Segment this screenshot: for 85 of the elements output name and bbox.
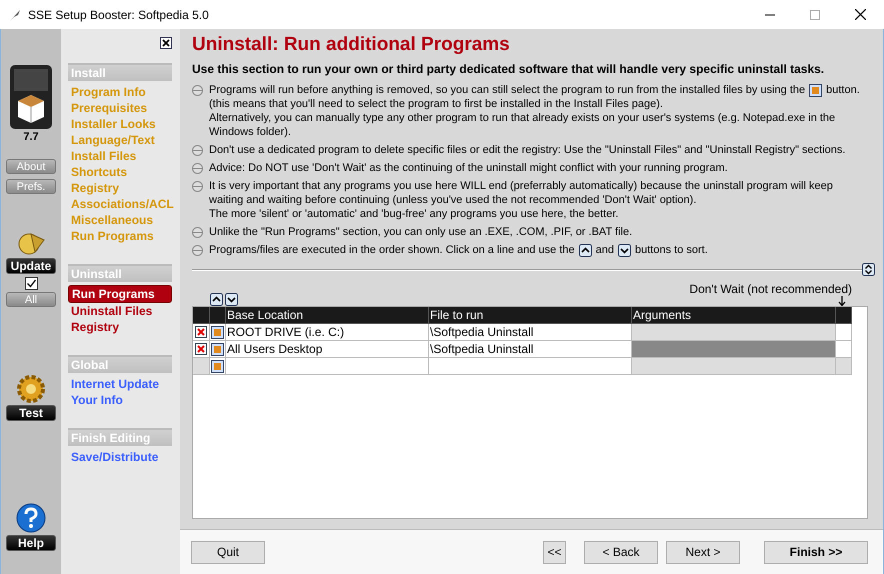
- page-subtitle: Use this section to run your own or third party dedicated software that will handle very specific uninstall tasks.: [192, 62, 826, 76]
- nav-link[interactable]: Install Files: [68, 148, 172, 164]
- info-text: buttons to sort.: [635, 243, 708, 257]
- nav-link[interactable]: Program Info: [68, 84, 172, 100]
- first-page-button[interactable]: <<: [543, 540, 566, 564]
- table-cell[interactable]: [632, 341, 836, 358]
- delete-icon[interactable]: [195, 326, 207, 338]
- info-text: Programs will run before anything is removed, so you can still select the program to run from the installed files by using the: [209, 83, 806, 97]
- column-header: File to run: [429, 307, 632, 324]
- nav-link[interactable]: Language/Text: [68, 132, 172, 148]
- info-text: button.: [826, 83, 860, 97]
- program-icon: [809, 84, 822, 96]
- nav-link[interactable]: Shortcuts: [68, 164, 172, 180]
- nav-link[interactable]: Installer Looks: [68, 116, 172, 132]
- down-arrow-icon: [838, 296, 846, 306]
- column-header: Base Location: [226, 307, 429, 324]
- finish-button[interactable]: Finish >>: [764, 540, 868, 564]
- all-button[interactable]: All: [6, 292, 56, 307]
- table-cell[interactable]: [632, 358, 836, 375]
- help-button[interactable]: Help: [6, 535, 56, 551]
- bullet-icon: [192, 181, 203, 192]
- table-cell: \Softpedia Uninstall: [429, 324, 632, 341]
- table-cell: ROOT DRIVE (i.e. C:): [226, 324, 429, 341]
- help-icon: [16, 503, 46, 533]
- version-label: 7.7: [23, 131, 39, 143]
- update-button[interactable]: Update: [6, 258, 56, 274]
- next-button[interactable]: Next >: [666, 540, 740, 564]
- table-cell[interactable]: [836, 324, 852, 341]
- sse-box-logo-icon: [10, 65, 52, 129]
- nav-link[interactable]: Run Programs: [68, 285, 172, 303]
- delete-icon[interactable]: [195, 343, 207, 355]
- info-text: and: [596, 243, 614, 257]
- nav-link[interactable]: Miscellaneous: [68, 212, 172, 228]
- quit-button[interactable]: Quit: [191, 540, 265, 564]
- back-button[interactable]: < Back: [584, 540, 658, 564]
- collapse-toggle-icon[interactable]: [862, 263, 875, 276]
- nav-link[interactable]: Registry: [68, 319, 172, 335]
- section-header: Finish Editing: [68, 428, 172, 446]
- bullet-icon: [192, 163, 203, 174]
- nav-link[interactable]: Prerequisites: [68, 100, 172, 116]
- table-cell: \Softpedia Uninstall: [429, 341, 632, 358]
- bullet-icon: [192, 245, 203, 256]
- section-header: Install: [68, 63, 172, 81]
- info-text: Advice: Do NOT use 'Don't Wait' as the continuing of the uninstall might conflict with your running program.: [209, 161, 728, 175]
- program-icon[interactable]: [211, 326, 224, 338]
- header-cell: [210, 307, 226, 324]
- info-text: The more 'silent' or 'automatic' and 'bug-free' any programs you use here, the better.: [209, 207, 618, 221]
- page-title: Uninstall: Run additional Programs: [192, 34, 511, 56]
- bullet-icon: [192, 227, 203, 238]
- gear-icon: [17, 375, 45, 403]
- program-icon[interactable]: [211, 342, 224, 356]
- nav-link[interactable]: Run Programs: [68, 228, 172, 244]
- table-cell: All Users Desktop: [226, 341, 429, 358]
- info-text: It is very important that any programs you use here WILL end (preferrably automatically) because the uninstall program will keep waiting and waiting before continuing (unless you've used the not recommended 'Don't Wait' option).: [209, 179, 834, 207]
- close-icon[interactable]: [855, 9, 866, 20]
- nav-link[interactable]: Save/Distribute: [68, 449, 172, 465]
- window-title: SSE Setup Booster: Softpedia 5.0: [28, 8, 209, 22]
- side-button[interactable]: About: [6, 159, 56, 174]
- section-header: Uninstall: [68, 264, 172, 282]
- move-up-icon[interactable]: [210, 293, 223, 306]
- column-header: Arguments: [632, 307, 836, 324]
- bullet-icon: [192, 145, 203, 156]
- nav-link[interactable]: Associations/ACL: [68, 196, 172, 212]
- section-header: Global: [68, 355, 172, 373]
- info-text: (this means that you'll need to select the program to first be installed in the Install Files page).: [209, 97, 663, 111]
- info-text: Don't use a dedicated program to delete specific files or edit the registry: Use the "Uninstall Files" and "Uninstall Registry" sections.: [209, 143, 846, 157]
- close-icon[interactable]: [160, 37, 172, 49]
- table-cell[interactable]: [836, 358, 852, 375]
- info-text: Programs/files are executed in the order shown. Click on a line and use the: [209, 243, 575, 257]
- update-all-checkbox[interactable]: [24, 277, 38, 290]
- side-button[interactable]: Prefs.: [6, 179, 56, 194]
- info-text: Unlike the "Run Programs" section, you can only use an .EXE, .COM, .PIF, or .BAT file.: [209, 225, 632, 239]
- bullet-icon: [192, 85, 203, 96]
- move-down-icon[interactable]: [225, 293, 238, 306]
- header-cell: [836, 307, 852, 324]
- program-icon[interactable]: [211, 360, 224, 372]
- header-cell: [193, 307, 210, 324]
- nav-link[interactable]: Internet Update: [68, 376, 172, 392]
- test-button[interactable]: Test: [6, 405, 56, 421]
- table-cell[interactable]: [632, 324, 836, 341]
- nav-link[interactable]: Your Info: [68, 392, 172, 408]
- info-text: Alternatively, you can manually type any other program to run that already exists on your user's systems (e.g. Notepad.exe in the Windows folder).: [209, 111, 836, 139]
- nav-link[interactable]: Uninstall Files: [68, 303, 172, 319]
- nav-link[interactable]: Registry: [68, 180, 172, 196]
- dont-wait-label: Don't Wait (not recommended): [689, 282, 852, 296]
